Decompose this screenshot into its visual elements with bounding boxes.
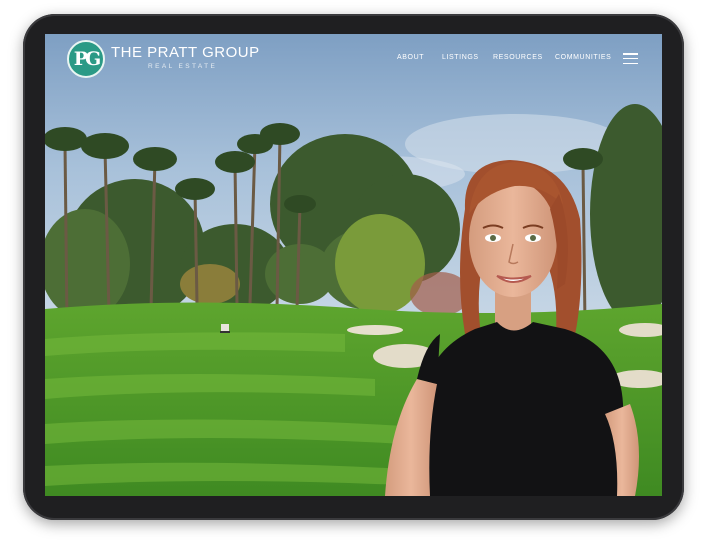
- nav-item-about[interactable]: ABOUT: [397, 54, 424, 61]
- hero-image: [45, 34, 662, 496]
- brand-tagline: REAL ESTATE: [148, 63, 218, 70]
- nav-item-resources[interactable]: RESOURCES: [493, 54, 543, 61]
- nav-item-listings[interactable]: LISTINGS: [442, 54, 479, 61]
- site-header: PG THE PRATT GROUP REAL ESTATE ABOUT LIS…: [45, 34, 662, 88]
- logo-monogram-icon[interactable]: PG: [67, 40, 105, 78]
- website-screen: PG THE PRATT GROUP REAL ESTATE ABOUT LIS…: [45, 34, 662, 496]
- brand-name[interactable]: THE PRATT GROUP: [111, 44, 260, 61]
- nav-item-communities[interactable]: COMMUNITIES: [555, 54, 611, 61]
- hamburger-menu-icon[interactable]: [623, 53, 639, 65]
- logo-monogram: PG: [73, 48, 101, 70]
